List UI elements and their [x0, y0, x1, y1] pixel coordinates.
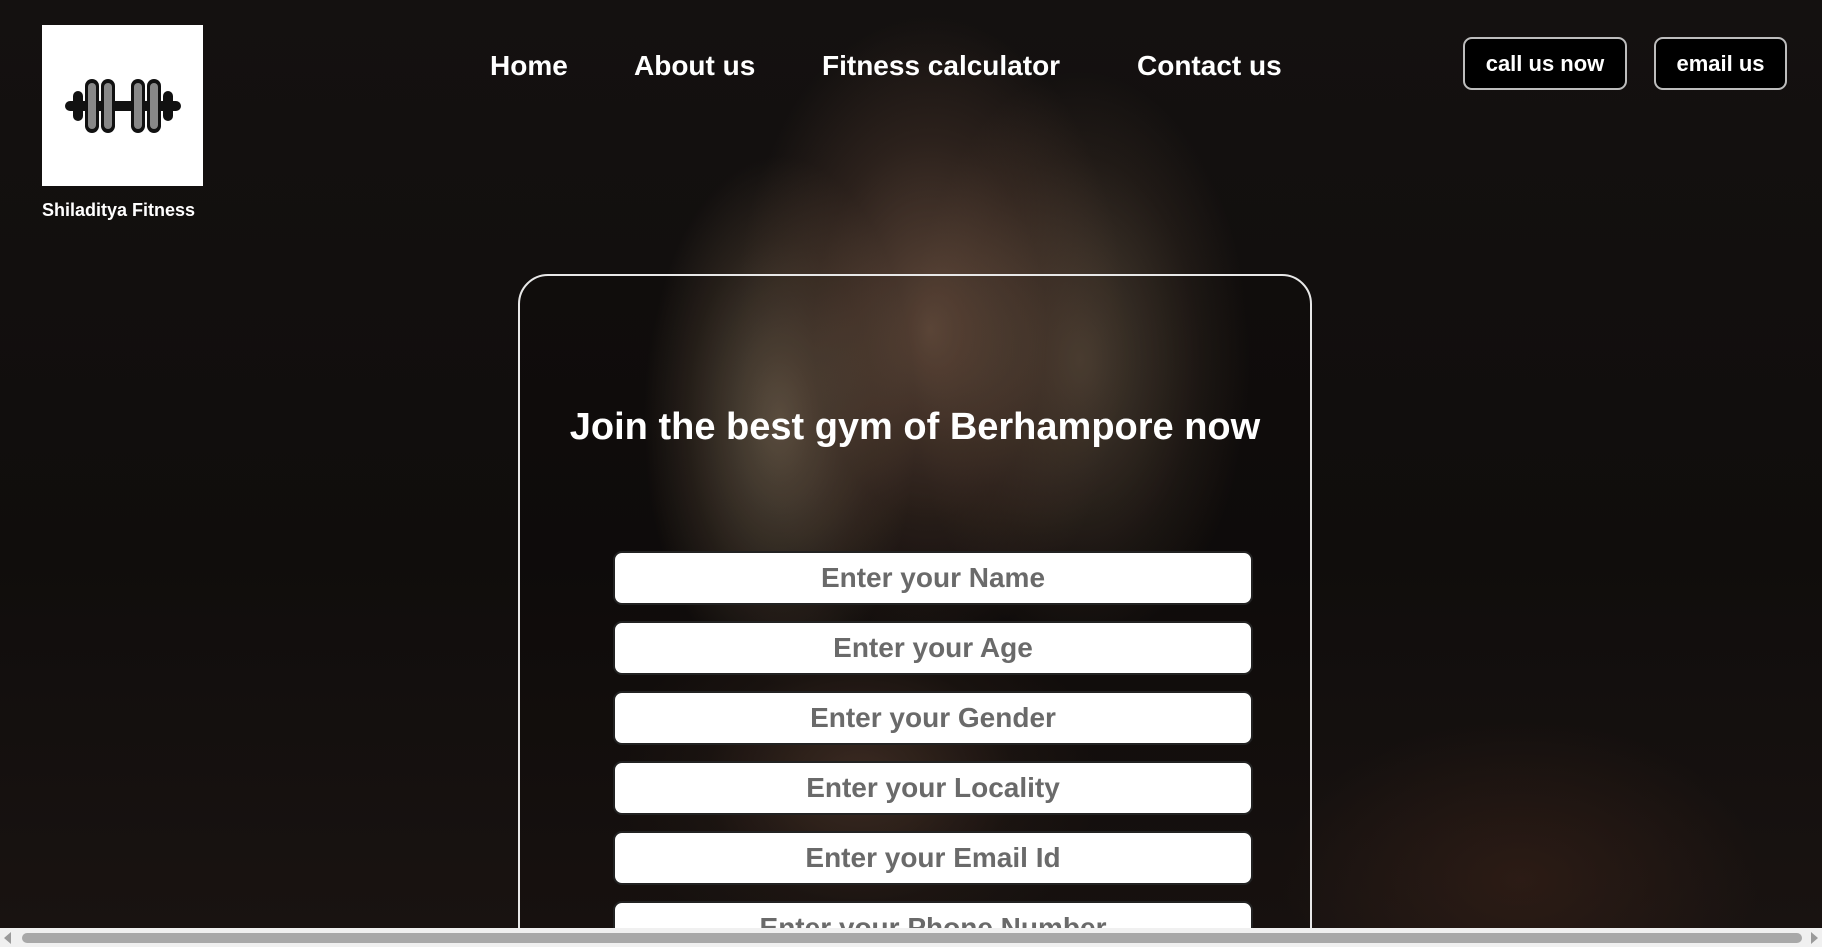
- email-field[interactable]: [613, 831, 1253, 885]
- scroll-right-icon[interactable]: [1811, 932, 1818, 944]
- gender-field[interactable]: [613, 691, 1253, 745]
- name-field[interactable]: [613, 551, 1253, 605]
- brand-name: Shiladitya Fitness: [42, 200, 196, 220]
- age-field[interactable]: [613, 621, 1253, 675]
- nav-item-home[interactable]: Home: [490, 50, 568, 82]
- nav-item-fitness-calculator[interactable]: Fitness calculator: [822, 50, 1060, 82]
- scrollbar-thumb[interactable]: [22, 933, 1802, 943]
- scroll-left-icon[interactable]: [4, 932, 11, 944]
- nav-item-contact-us[interactable]: Contact us: [1137, 50, 1282, 82]
- nav-item-about-us[interactable]: About us: [634, 50, 755, 82]
- dumbbell-icon: [64, 78, 181, 133]
- horizontal-scrollbar[interactable]: [0, 928, 1822, 947]
- call-us-button[interactable]: call us now: [1463, 37, 1627, 90]
- logo[interactable]: [42, 25, 203, 186]
- locality-field[interactable]: [613, 761, 1253, 815]
- signup-headline: Join the best gym of Berhampore now: [569, 406, 1261, 448]
- email-us-button[interactable]: email us: [1654, 37, 1787, 90]
